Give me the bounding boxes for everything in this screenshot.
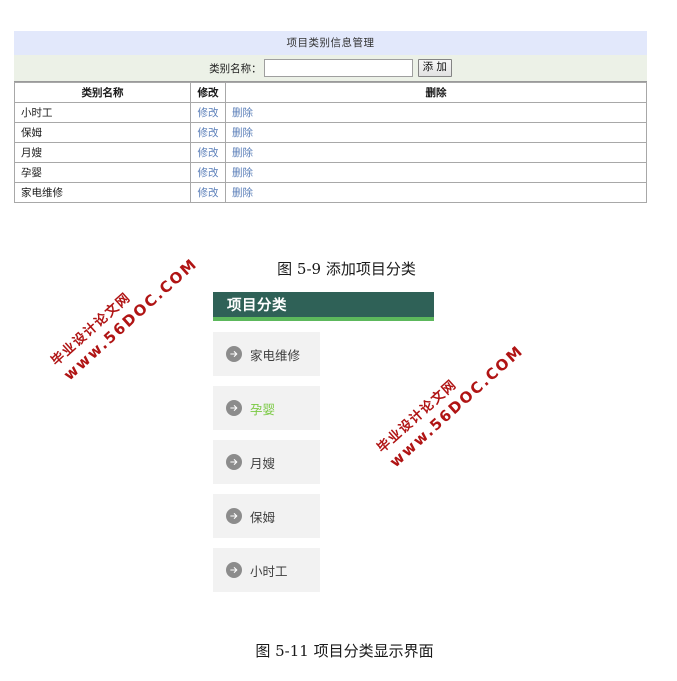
table-row: 家电维修 修改 删除 xyxy=(14,182,647,203)
column-header-delete: 删除 xyxy=(225,82,647,103)
figure-caption-1: 图 5-9 添加项目分类 xyxy=(277,260,416,278)
arrow-right-circle-icon xyxy=(226,562,242,578)
delete-link[interactable]: 删除 xyxy=(232,187,253,199)
arrow-right-circle-icon xyxy=(226,400,242,416)
list-item[interactable]: 家电维修 xyxy=(213,332,320,376)
arrow-right-circle-icon xyxy=(226,346,242,362)
category-panel-header: 项目分类 xyxy=(213,292,434,321)
arrow-right-circle-icon xyxy=(226,454,242,470)
page-title: 项目类别信息管理 xyxy=(14,31,647,55)
cell-edit: 修改 xyxy=(190,122,226,143)
delete-link[interactable]: 删除 xyxy=(232,107,253,119)
list-item-label: 保姆 xyxy=(250,509,276,525)
list-item-label: 孕婴 xyxy=(250,401,276,417)
category-admin-screenshot: 项目类别信息管理 类别名称： 添 加 类别名称 修改 删除 小时工 修改 删除 … xyxy=(14,31,647,203)
edit-link[interactable]: 修改 xyxy=(198,187,219,199)
add-category-form: 类别名称： 添 加 xyxy=(14,55,647,82)
cell-category-name: 小时工 xyxy=(14,102,191,123)
table-row: 保姆 修改 删除 xyxy=(14,122,647,143)
cell-edit: 修改 xyxy=(190,182,226,203)
delete-link[interactable]: 删除 xyxy=(232,127,253,139)
table-row: 月嫂 修改 删除 xyxy=(14,142,647,163)
list-item[interactable]: 小时工 xyxy=(213,548,320,592)
list-item[interactable]: 月嫂 xyxy=(213,440,320,484)
cell-delete: 删除 xyxy=(225,122,647,143)
cell-category-name: 家电维修 xyxy=(14,182,191,203)
cell-category-name: 月嫂 xyxy=(14,142,191,163)
list-item-label: 家电维修 xyxy=(250,347,301,363)
delete-link[interactable]: 删除 xyxy=(232,167,253,179)
delete-link[interactable]: 删除 xyxy=(232,147,253,159)
cell-delete: 删除 xyxy=(225,142,647,163)
category-panel-title: 项目分类 xyxy=(227,298,287,314)
cell-delete: 删除 xyxy=(225,162,647,183)
category-name-label: 类别名称： xyxy=(209,62,262,75)
add-category-button[interactable]: 添 加 xyxy=(417,59,452,77)
table-row: 孕婴 修改 删除 xyxy=(14,162,647,183)
cell-edit: 修改 xyxy=(190,142,226,163)
table-row: 小时工 修改 删除 xyxy=(14,102,647,123)
category-name-input[interactable] xyxy=(263,59,413,77)
cell-category-name: 孕婴 xyxy=(14,162,191,183)
column-header-name: 类别名称 xyxy=(14,82,191,103)
cell-category-name: 保姆 xyxy=(14,122,191,143)
cell-edit: 修改 xyxy=(190,162,226,183)
cell-delete: 删除 xyxy=(225,102,647,123)
list-item[interactable]: 保姆 xyxy=(213,494,320,538)
figure-caption-2: 图 5-11 项目分类显示界面 xyxy=(255,642,434,660)
edit-link[interactable]: 修改 xyxy=(198,107,219,119)
cell-delete: 删除 xyxy=(225,182,647,203)
category-display-screenshot: 项目分类 家电维修 孕婴 月嫂 保姆 小时工 xyxy=(213,292,434,602)
list-item-label: 月嫂 xyxy=(250,455,276,471)
category-table: 类别名称 修改 删除 小时工 修改 删除 保姆 修改 删除 月嫂 修改 删除 孕… xyxy=(14,82,647,203)
table-header-row: 类别名称 修改 删除 xyxy=(14,82,647,103)
cell-edit: 修改 xyxy=(190,102,226,123)
arrow-right-circle-icon xyxy=(226,508,242,524)
edit-link[interactable]: 修改 xyxy=(198,167,219,179)
column-header-edit: 修改 xyxy=(190,82,226,103)
list-item[interactable]: 孕婴 xyxy=(213,386,320,430)
edit-link[interactable]: 修改 xyxy=(198,147,219,159)
edit-link[interactable]: 修改 xyxy=(198,127,219,139)
category-list: 家电维修 孕婴 月嫂 保姆 小时工 xyxy=(213,332,434,592)
list-item-label: 小时工 xyxy=(250,563,288,579)
